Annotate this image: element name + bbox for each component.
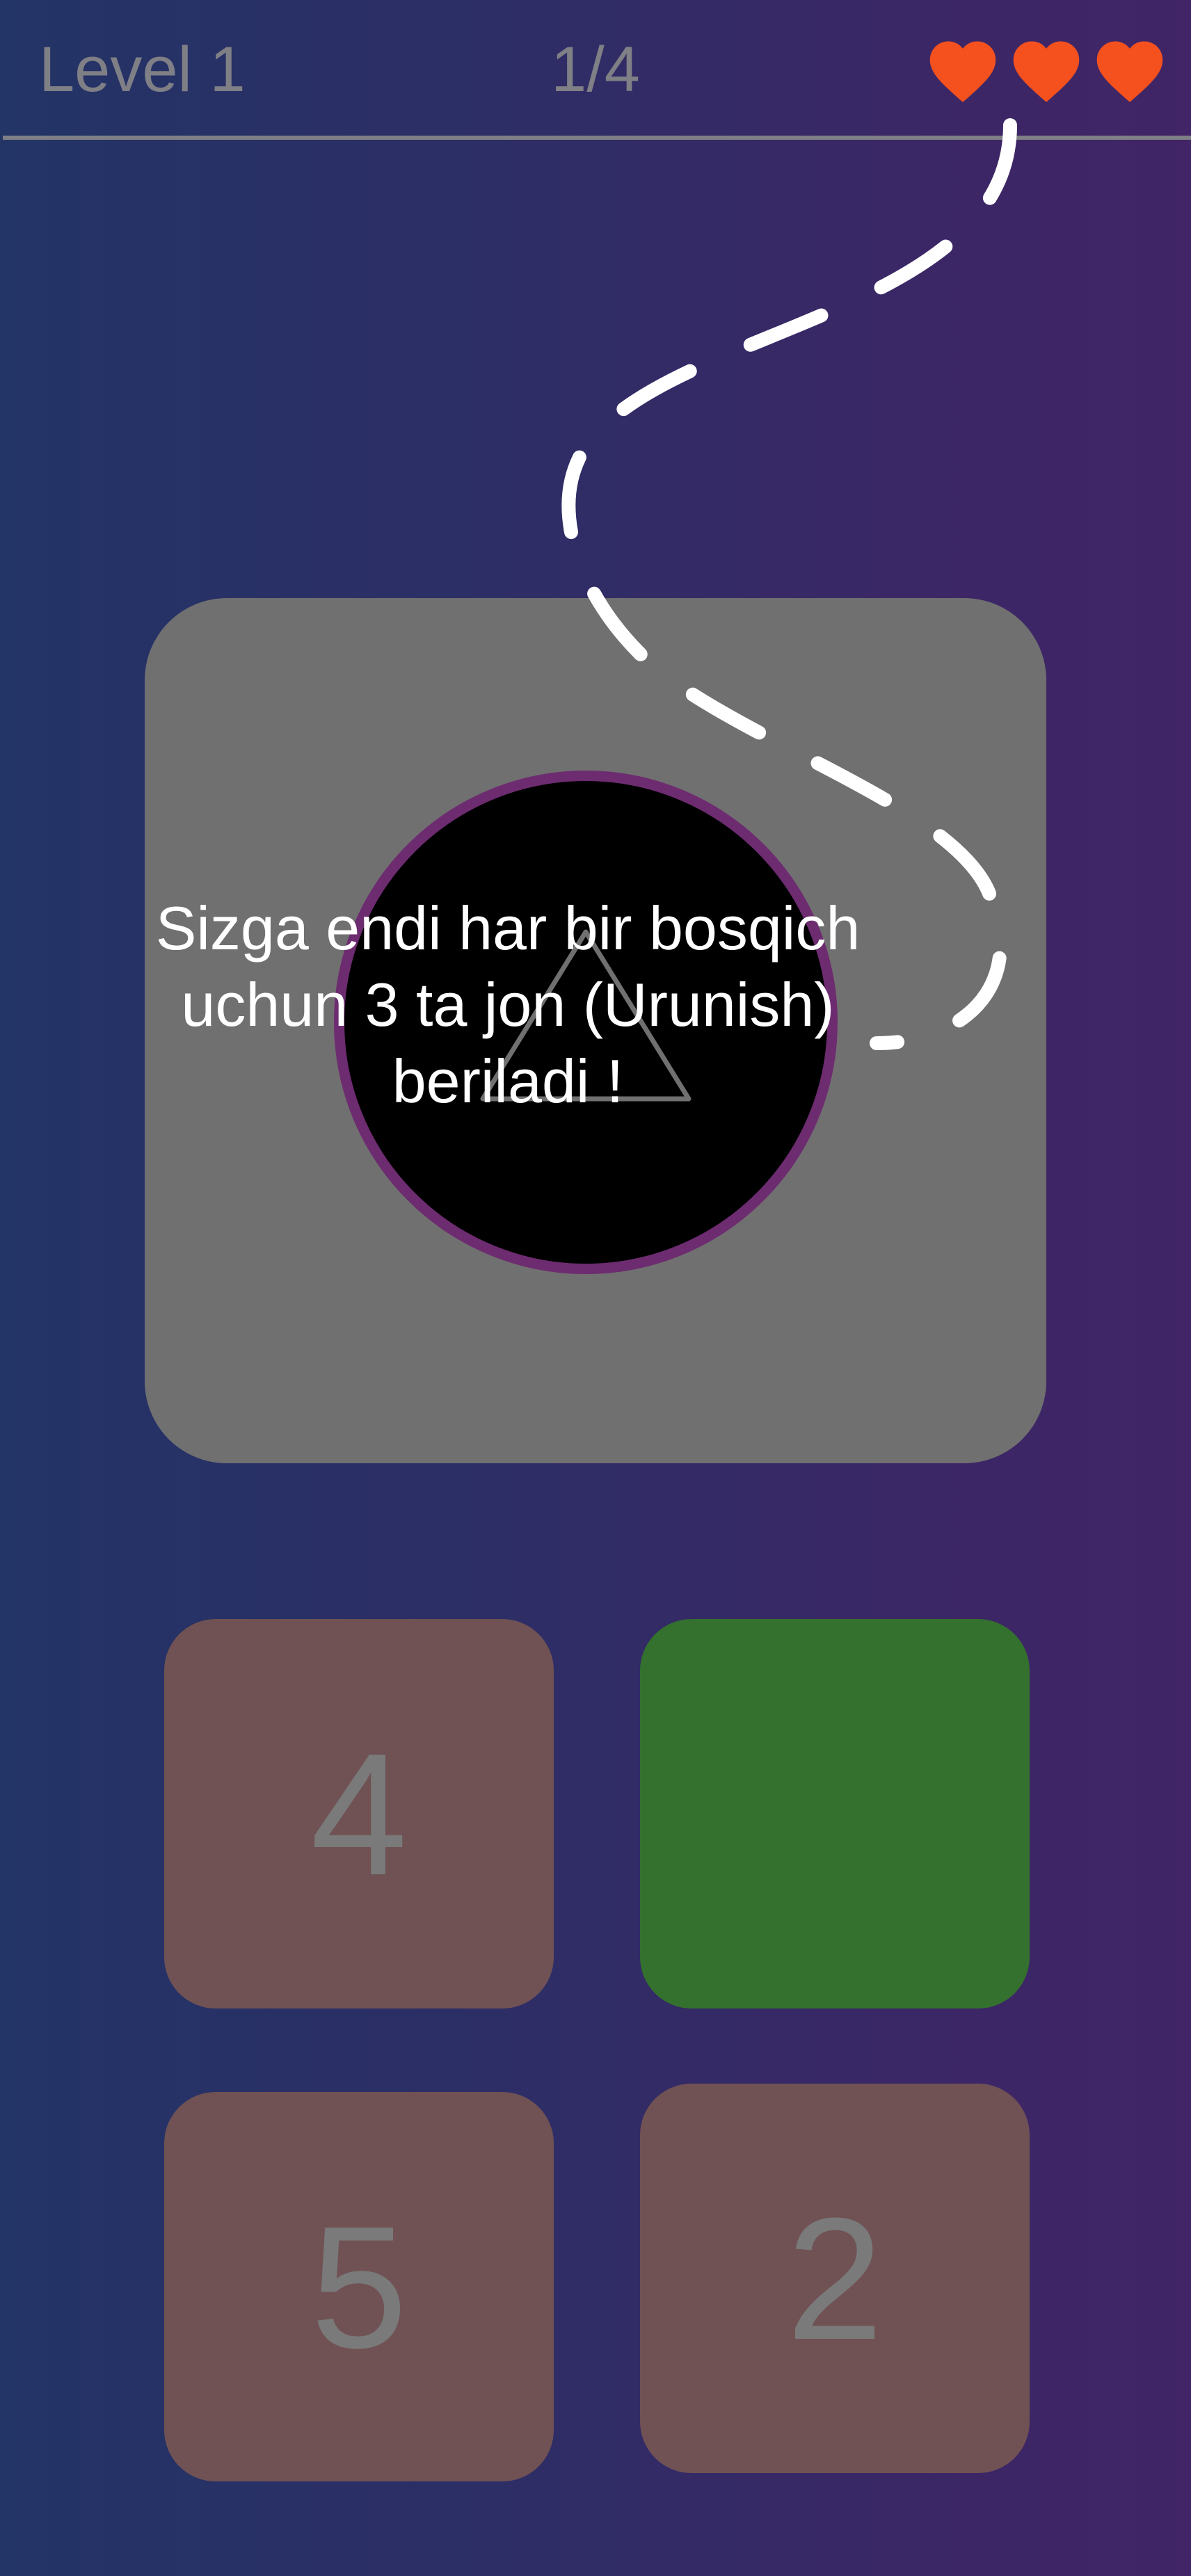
level-label: Level 1 [39, 34, 246, 105]
question-progress: 1/4 [551, 34, 640, 105]
answer-option-1[interactable]: 4 [164, 1619, 554, 2009]
lives-indicator [925, 35, 1167, 104]
heart-icon [929, 41, 996, 102]
heart-icon [1096, 41, 1163, 102]
answer-option-correct[interactable] [640, 1619, 1030, 2009]
header-divider [3, 136, 1191, 140]
answer-option-4[interactable]: 2 [640, 2084, 1030, 2473]
heart-icon [1013, 41, 1080, 102]
game-header: Level 1 1/4 [0, 0, 1191, 140]
tutorial-message: Sizga endi har bir bosqich uchun 3 ta jo… [155, 894, 861, 1116]
answer-option-3[interactable]: 5 [164, 2092, 554, 2481]
